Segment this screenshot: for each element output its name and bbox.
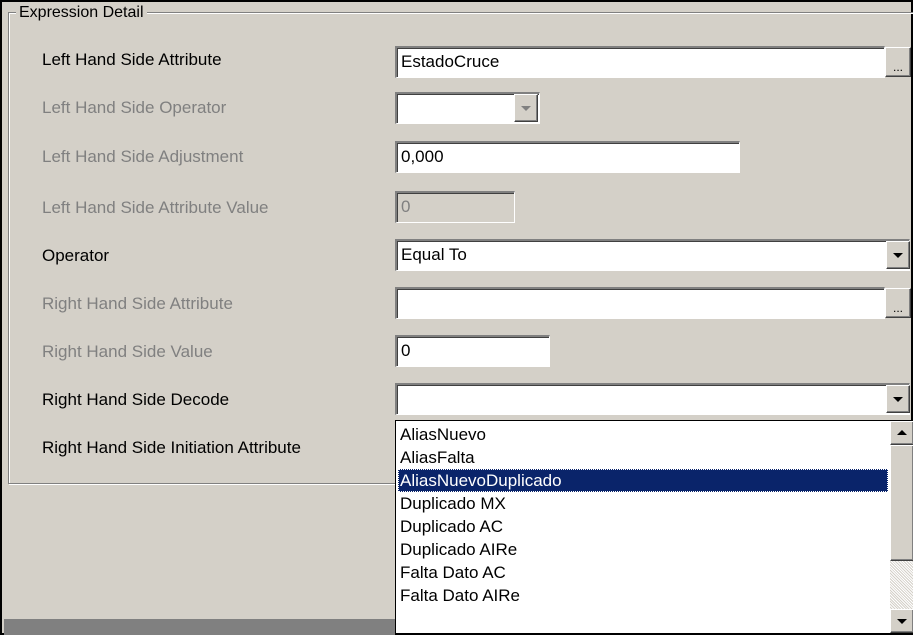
lhs-adjustment-field[interactable]: 0,000: [395, 141, 740, 173]
chevron-down-icon: [893, 253, 903, 258]
scroll-down-button[interactable]: [890, 609, 913, 633]
lhs-operator-dropdown-button[interactable]: [514, 94, 538, 122]
list-item[interactable]: Falta Dato AIRe: [398, 584, 888, 607]
rhs-decode-select[interactable]: [395, 383, 910, 415]
list-item[interactable]: AliasNuevo: [398, 423, 888, 446]
window-frame: Expression Detail Left Hand Side Attribu…: [0, 0, 913, 635]
lhs-operator-label: Left Hand Side Operator: [42, 98, 227, 117]
lhs-adjustment-label: Left Hand Side Adjustment: [42, 147, 244, 166]
operator-select[interactable]: Equal To: [395, 239, 910, 271]
list-item[interactable]: Falta Dato AC: [398, 561, 888, 584]
rhs-attribute-label: Right Hand Side Attribute: [42, 294, 233, 313]
list-item[interactable]: AliasFalta: [398, 446, 888, 469]
lhs-attribute-value-field[interactable]: 0: [395, 191, 515, 223]
rhs-attribute-field[interactable]: [395, 287, 885, 319]
dropdown-items: AliasNuevo AliasFalta AliasNuevoDuplicado D…: [398, 423, 888, 607]
group-title: Expression Detail: [16, 4, 147, 22]
chevron-down-icon: [897, 619, 907, 624]
ellipsis-icon: ...: [892, 301, 903, 315]
rhs-decode-dropdown-list[interactable]: AliasNuevo AliasFalta AliasNuevoDuplicado D…: [395, 420, 913, 634]
chevron-down-icon: [893, 397, 903, 402]
lhs-attribute-browse-button[interactable]: ...: [885, 47, 911, 77]
status-strip: [4, 619, 395, 635]
lhs-attribute-value-label: Left Hand Side Attribute Value: [42, 198, 269, 217]
rhs-attribute-browse-button[interactable]: ...: [885, 288, 911, 318]
list-item[interactable]: Duplicado AC: [398, 515, 888, 538]
chevron-down-icon: [521, 106, 531, 111]
list-scrollbar[interactable]: [890, 421, 913, 633]
chevron-up-icon: [897, 430, 907, 435]
rhs-decode-label: Right Hand Side Decode: [42, 390, 230, 409]
ellipsis-icon: ...: [892, 60, 903, 74]
list-item[interactable]: Duplicado AIRe: [398, 538, 888, 561]
rhs-value-label: Right Hand Side Value: [42, 342, 213, 361]
lhs-attribute-field[interactable]: EstadoCruce: [395, 46, 885, 78]
scroll-thumb[interactable]: [890, 445, 913, 561]
operator-dropdown-button[interactable]: [886, 241, 910, 269]
rhs-value-field[interactable]: 0: [395, 335, 550, 367]
rhs-decode-dropdown-button[interactable]: [886, 385, 910, 413]
list-item[interactable]: AliasNuevoDuplicado: [398, 469, 888, 492]
scroll-up-button[interactable]: [890, 421, 913, 445]
operator-label: Operator: [42, 246, 110, 265]
rhs-initiation-label: Right Hand Side Initiation Attribute: [42, 438, 301, 457]
list-item[interactable]: Duplicado MX: [398, 492, 888, 515]
lhs-attribute-label: Left Hand Side Attribute: [42, 50, 222, 69]
